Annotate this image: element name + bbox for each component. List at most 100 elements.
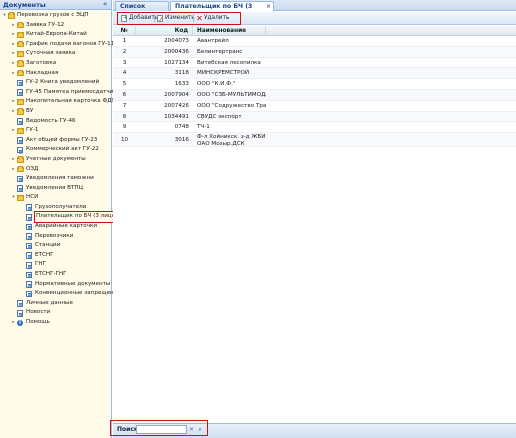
cell-number: 10 [120, 137, 129, 144]
tree-item[interactable]: Акт общей формы ГУ-23 [0, 136, 111, 146]
tree-item[interactable]: ▸ Накопительная карточка ФДУ-92 [0, 97, 124, 107]
cell-code: 3016 [174, 137, 189, 144]
tree-item-selected[interactable]: Плательщик по БЧ (3 лицо) [0, 211, 120, 224]
tree-item[interactable]: Перевозчики [0, 232, 111, 242]
cell-name: Ф-л Хойникск. з-д ЖБИ ОАО Мозыр.ДСК [197, 134, 266, 147]
expand-node-icon[interactable]: ▸ [11, 155, 16, 165]
expand-node-icon[interactable]: ▸ [11, 165, 16, 175]
folder-icon [17, 156, 24, 163]
tab-payer-3rd-party[interactable]: Плательщик по БЧ (3 лицо) × [170, 1, 274, 20]
tree-item-label: Заявка ГУ-12 [26, 21, 65, 28]
tree-item-label: Аварийные карточки [35, 223, 98, 230]
tree-item-label: Коммерческий акт ГУ-22 [26, 146, 99, 153]
table-row[interactable]: 3 1027134 Витебская лесопилка [113, 58, 516, 69]
tree-item[interactable]: ▸ i Помощь [0, 318, 111, 328]
tree-item[interactable]: Аварийные карточки [0, 222, 111, 232]
folder-icon [17, 50, 24, 57]
expand-node-icon[interactable]: ▸ [11, 49, 16, 59]
tree-item[interactable]: Грузополучатели [0, 203, 111, 213]
table-row[interactable]: 1 2004073 Авантрейл [113, 36, 516, 47]
grid-header: № Код Наименование [113, 26, 516, 36]
tree-item[interactable]: Ведомость ГУ-46 [0, 117, 111, 127]
tree-item[interactable]: Конвенционные запрещения [0, 289, 121, 299]
expand-node-icon[interactable]: ▸ [11, 21, 16, 31]
folder-icon [17, 22, 24, 29]
cell-number: 6 [122, 91, 127, 98]
tree-item[interactable]: ▸ Заготовка [0, 59, 111, 69]
expand-node-icon[interactable]: ▸ [11, 107, 16, 117]
document-icon [17, 310, 23, 317]
tree-item[interactable]: ГУ-2 Книга уведомлений [0, 78, 111, 88]
tree-item[interactable]: ГУ-45 Памятка приемосдатчика [0, 88, 120, 98]
table-row[interactable]: 4 3118 МИНСКРЕМСТРОЙ [113, 68, 516, 80]
table-row[interactable]: 7 2007426 ООО "Содружество Транс-Агро" [113, 101, 516, 112]
table-row[interactable]: 9 0748 ТЧ-1 [113, 122, 516, 134]
expand-node-icon[interactable]: ▸ [11, 30, 16, 40]
toolbar-highlight-frame [117, 12, 241, 25]
tree-item[interactable]: ГНГ [0, 260, 111, 270]
collapse-node-icon[interactable]: ▾ [2, 11, 7, 21]
tree-item[interactable]: Личные данные [0, 299, 111, 309]
tree-item[interactable]: ▸ Суточная заявка [0, 49, 111, 59]
expand-node-icon[interactable]: ▸ [11, 97, 16, 107]
collapse-node-icon[interactable]: ▾ [11, 193, 16, 203]
tree-item[interactable]: ЕТСНГ [0, 251, 111, 261]
table-row[interactable]: 8 1034491 СВУДС экспорт [113, 111, 516, 123]
table-row[interactable]: 6 2007904 ООО "СЗБ-МУЛЬТИМОДАЛ" [113, 89, 516, 101]
tree-item[interactable]: ▸ Китай-Европа-Китай [0, 30, 111, 40]
table-row[interactable]: 10 3016 Ф-л Хойникск. з-д ЖБИ ОАО Мозыр.ДС… [113, 133, 516, 148]
tree-item[interactable]: ▸ Заявка ГУ-12 [0, 21, 111, 31]
column-header-number[interactable]: № [113, 26, 136, 36]
tree-item[interactable]: ЕТСНГ-ГНГ [0, 270, 111, 280]
tab-news-list[interactable]: Список новостей [115, 1, 169, 20]
cell-number: 5 [122, 81, 127, 88]
tree-item[interactable]: ▾ НСИ [0, 193, 111, 203]
folder-icon [17, 31, 24, 38]
cell-name: СВУДС экспорт [197, 113, 242, 120]
tree-item[interactable]: ▾ Перевозка грузов с ЭЦП [0, 11, 111, 21]
cell-number: 3 [122, 59, 127, 66]
cell-name: ТЧ-1 [197, 124, 210, 131]
tree-item[interactable]: Нормативные документы [0, 280, 111, 290]
folder-icon [17, 70, 24, 77]
expand-node-icon[interactable]: ▸ [11, 59, 16, 69]
close-tab-icon[interactable]: × [266, 2, 271, 12]
tree-item[interactable]: Новости [0, 308, 111, 318]
tree-item[interactable]: ▸ График подачи вагонов ГУ-11 [0, 40, 114, 50]
tree-item[interactable]: ▸ ОЗД [0, 165, 111, 175]
cell-number: 4 [122, 70, 127, 77]
tree-item[interactable]: ▸ Учетные документы [0, 155, 111, 165]
tree-item[interactable]: ▸ ГУ-1 [0, 126, 111, 136]
cell-name: МИНСКРЕМСТРОЙ [197, 70, 250, 77]
tree-item-label: Перевозчики [35, 232, 74, 239]
folder-icon [17, 98, 24, 105]
collapse-panel-icon[interactable]: « [101, 0, 109, 8]
expand-node-icon[interactable]: ▸ [11, 40, 16, 50]
document-icon [17, 137, 23, 144]
table-row[interactable]: 2 2000436 Белинтертранс [113, 46, 516, 58]
expand-node-icon[interactable]: ▸ [11, 126, 16, 136]
tree-item[interactable]: ▸ Накладная [0, 69, 111, 79]
documents-panel-title: Документы [3, 1, 46, 9]
tree-item[interactable]: Коммерческий акт ГУ-22 [0, 145, 111, 155]
tree-item-label: ЕТСНГ [35, 251, 54, 258]
cell-name: Белинтертранс [197, 48, 243, 55]
column-header-code[interactable]: Код [136, 26, 193, 36]
expand-node-icon[interactable]: ▸ [11, 318, 16, 328]
tree-item-label: ЕТСНГ-ГНГ [35, 271, 67, 278]
tree-item[interactable]: Станции [0, 241, 111, 251]
info-icon: i [17, 319, 23, 326]
tree-item-label: Конвенционные запрещения [35, 290, 121, 297]
cell-name: Витебская лесопилка [197, 59, 261, 66]
column-header-name[interactable]: Наименование [193, 26, 266, 36]
tree-item[interactable]: Уведомления таможни [0, 174, 111, 184]
tree-item-label: Грузополучатели [35, 203, 87, 210]
cell-number: 2 [122, 48, 127, 55]
expand-node-icon[interactable]: ▸ [11, 69, 16, 79]
table-row[interactable]: 5 1633 ООО "К.И.Ф." [113, 79, 516, 90]
search-highlight-frame [110, 420, 208, 436]
grid-body: 1 2004073 Авантрейл 2 2000436 Белинтертранс 3 1… [113, 36, 516, 148]
cell-name: Авантрейл [197, 38, 229, 44]
tree-item[interactable]: ▸ ВУ [0, 107, 111, 117]
tree-item[interactable]: Уведомления ВТПЦ [0, 184, 111, 194]
